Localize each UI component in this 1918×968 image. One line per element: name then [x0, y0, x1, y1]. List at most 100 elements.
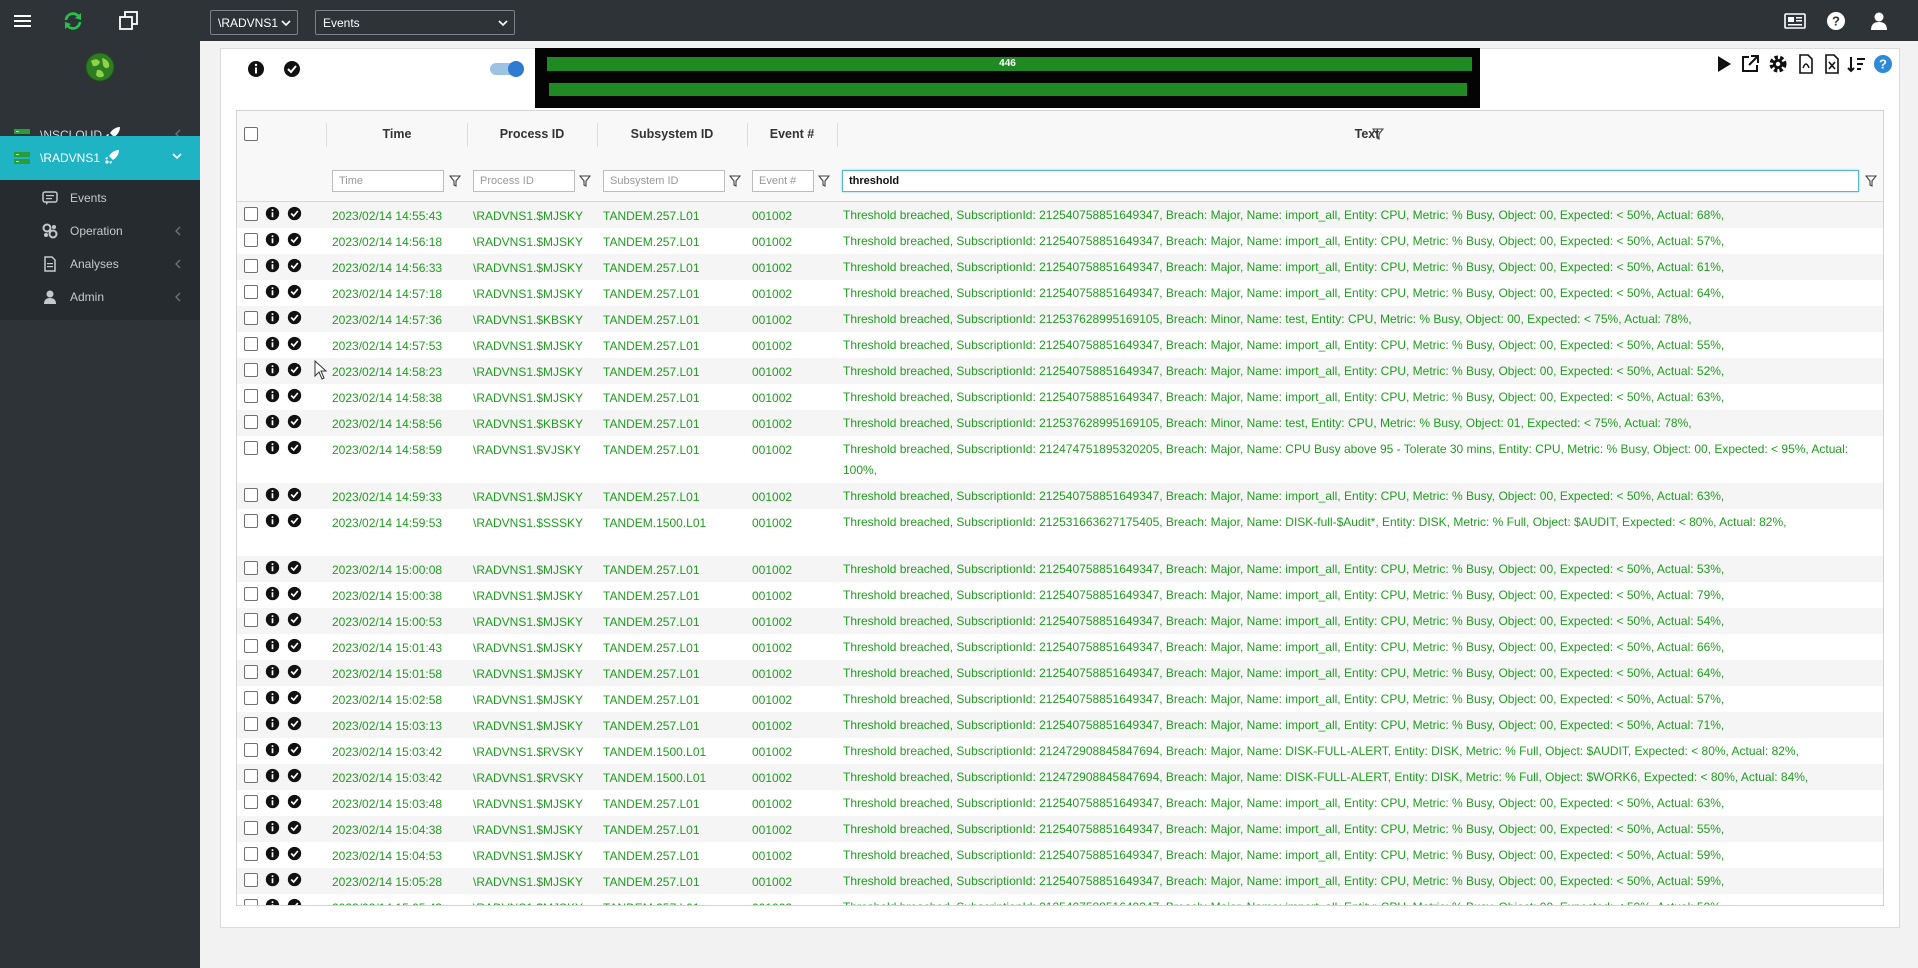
check-circle-icon[interactable]	[287, 716, 302, 731]
sidebar-node-radvns1[interactable]: \RADVNS1	[0, 136, 200, 180]
check-circle-icon[interactable]	[287, 846, 302, 861]
row-checkbox[interactable]	[244, 561, 258, 575]
row-checkbox[interactable]	[244, 613, 258, 627]
row-checkbox[interactable]	[244, 389, 258, 403]
row-checkbox[interactable]	[244, 441, 258, 455]
view-select[interactable]: Events	[315, 10, 515, 35]
info-icon[interactable]	[265, 716, 280, 731]
row-checkbox[interactable]	[244, 691, 258, 705]
row-checkbox[interactable]	[244, 285, 258, 299]
row-checkbox[interactable]	[244, 769, 258, 783]
table-row[interactable]: 2023/02/14 14:58:56 \RADVNS1.$KBSKY TANDEM…	[237, 410, 1883, 436]
row-checkbox[interactable]	[244, 337, 258, 351]
news-icon[interactable]	[1783, 10, 1806, 32]
info-icon[interactable]	[247, 60, 265, 78]
play-icon[interactable]	[1714, 54, 1734, 74]
table-row[interactable]: 2023/02/14 14:59:33 \RADVNS1.$MJSKY TANDEM…	[237, 483, 1883, 509]
info-icon[interactable]	[265, 284, 280, 299]
info-icon[interactable]	[265, 362, 280, 377]
text-filter-input[interactable]: threshold	[842, 170, 1859, 192]
table-row[interactable]: 2023/02/14 15:01:58 \RADVNS1.$MJSKY TANDEM…	[237, 660, 1883, 686]
check-circle-icon[interactable]	[283, 60, 301, 78]
menu-icon[interactable]	[12, 10, 34, 32]
check-circle-icon[interactable]	[287, 206, 302, 221]
info-icon[interactable]	[265, 664, 280, 679]
excel-icon[interactable]	[1822, 54, 1842, 74]
row-checkbox[interactable]	[244, 717, 258, 731]
info-icon[interactable]	[265, 846, 280, 861]
table-row[interactable]: 2023/02/14 14:57:18 \RADVNS1.$MJSKY TANDEM…	[237, 280, 1883, 306]
row-checkbox[interactable]	[244, 514, 258, 528]
gear-icon[interactable]	[1768, 54, 1788, 74]
info-icon[interactable]	[265, 232, 280, 247]
check-circle-icon[interactable]	[287, 768, 302, 783]
info-icon[interactable]	[265, 898, 280, 906]
info-icon[interactable]	[265, 638, 280, 653]
row-checkbox[interactable]	[244, 363, 258, 377]
table-row[interactable]: 2023/02/14 15:02:58 \RADVNS1.$MJSKY TANDEM…	[237, 686, 1883, 712]
check-circle-icon[interactable]	[287, 794, 302, 809]
system-select[interactable]: \RADVNS1	[210, 10, 298, 35]
table-row[interactable]: 2023/02/14 14:59:53 \RADVNS1.$SSSKY TANDEM…	[237, 509, 1883, 556]
info-icon[interactable]	[265, 336, 280, 351]
row-checkbox[interactable]	[244, 873, 258, 887]
info-icon[interactable]	[265, 768, 280, 783]
row-checkbox[interactable]	[244, 821, 258, 835]
table-row[interactable]: 2023/02/14 15:04:38 \RADVNS1.$MJSKY TANDEM…	[237, 816, 1883, 842]
row-checkbox[interactable]	[244, 899, 258, 905]
filter-icon[interactable]	[579, 175, 591, 187]
row-checkbox[interactable]	[244, 665, 258, 679]
check-circle-icon[interactable]	[287, 284, 302, 299]
pdf-icon[interactable]	[1796, 54, 1816, 74]
refresh-icon[interactable]	[62, 10, 84, 32]
live-toggle[interactable]	[489, 60, 527, 78]
check-circle-icon[interactable]	[287, 664, 302, 679]
info-icon[interactable]	[265, 560, 280, 575]
external-link-icon[interactable]	[1740, 54, 1760, 74]
row-checkbox[interactable]	[244, 259, 258, 273]
check-circle-icon[interactable]	[287, 232, 302, 247]
check-circle-icon[interactable]	[287, 586, 302, 601]
check-circle-icon[interactable]	[287, 336, 302, 351]
row-checkbox[interactable]	[244, 743, 258, 757]
table-row[interactable]: 2023/02/14 14:57:36 \RADVNS1.$KBSKY TANDEM…	[237, 306, 1883, 332]
sidebar-item-events[interactable]: Events	[0, 182, 200, 214]
table-row[interactable]: 2023/02/14 14:58:23 \RADVNS1.$MJSKY TANDEM…	[237, 358, 1883, 384]
info-icon[interactable]	[265, 487, 280, 502]
table-row[interactable]: 2023/02/14 15:00:53 \RADVNS1.$MJSKY TANDEM…	[237, 608, 1883, 634]
filter-icon[interactable]	[449, 175, 461, 187]
check-circle-icon[interactable]	[287, 560, 302, 575]
select-all-checkbox[interactable]	[244, 127, 258, 141]
check-circle-icon[interactable]	[287, 362, 302, 377]
info-icon[interactable]	[265, 872, 280, 887]
row-checkbox[interactable]	[244, 311, 258, 325]
sidebar-item-analyses[interactable]: Analyses	[0, 248, 200, 280]
help-icon[interactable]: ?	[1873, 54, 1893, 74]
process-id-filter-input[interactable]: Process ID	[473, 170, 575, 192]
info-icon[interactable]	[265, 794, 280, 809]
info-icon[interactable]	[265, 388, 280, 403]
time-filter-input[interactable]: Time	[332, 170, 444, 192]
table-row[interactable]: 2023/02/14 14:57:53 \RADVNS1.$MJSKY TANDEM…	[237, 332, 1883, 358]
check-circle-icon[interactable]	[287, 820, 302, 835]
check-circle-icon[interactable]	[287, 440, 302, 455]
info-icon[interactable]	[265, 440, 280, 455]
filter-icon[interactable]	[1865, 175, 1877, 187]
table-row[interactable]: 2023/02/14 15:00:38 \RADVNS1.$MJSKY TANDEM…	[237, 582, 1883, 608]
check-circle-icon[interactable]	[287, 310, 302, 325]
info-icon[interactable]	[265, 820, 280, 835]
filter-icon[interactable]	[818, 175, 830, 187]
table-row[interactable]: 2023/02/14 15:01:43 \RADVNS1.$MJSKY TANDEM…	[237, 634, 1883, 660]
filter-icon[interactable]	[1372, 128, 1384, 140]
info-icon[interactable]	[265, 206, 280, 221]
table-row[interactable]: 2023/02/14 14:56:18 \RADVNS1.$MJSKY TANDEM…	[237, 228, 1883, 254]
column-header-process-id[interactable]: Process ID	[467, 127, 597, 141]
sidebar-item-operation[interactable]: Operation	[0, 215, 200, 247]
check-circle-icon[interactable]	[287, 513, 302, 528]
row-checkbox[interactable]	[244, 233, 258, 247]
column-header-time[interactable]: Time	[327, 127, 467, 141]
check-circle-icon[interactable]	[287, 414, 302, 429]
table-row[interactable]: 2023/02/14 15:03:13 \RADVNS1.$MJSKY TANDEM…	[237, 712, 1883, 738]
table-row[interactable]: 2023/02/14 14:58:38 \RADVNS1.$MJSKY TANDEM…	[237, 384, 1883, 410]
table-row[interactable]: 2023/02/14 15:03:48 \RADVNS1.$MJSKY TANDEM…	[237, 790, 1883, 816]
